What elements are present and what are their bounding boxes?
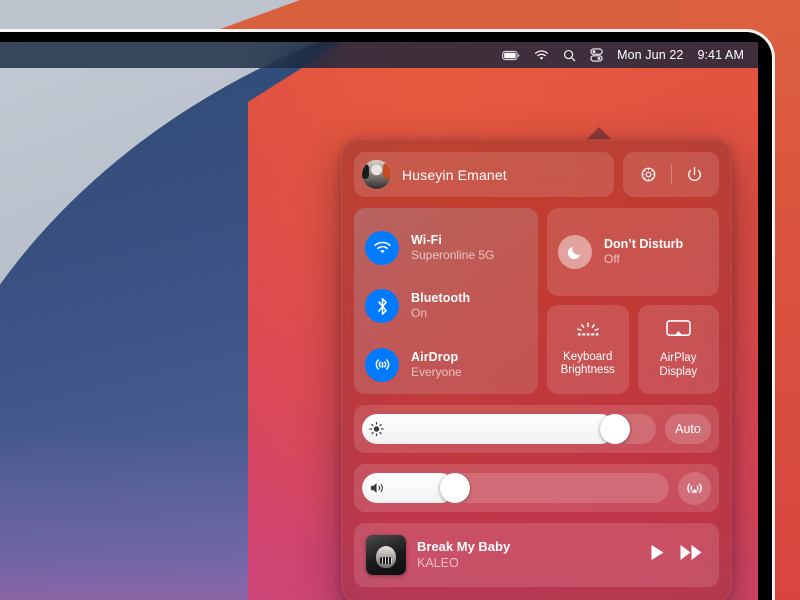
connectivity-text-wifi: Wi-Fi Superonline 5G xyxy=(411,233,494,263)
airplay-display-label: AirPlay Display xyxy=(659,352,697,379)
connectivity-title: Bluetooth xyxy=(411,291,471,306)
connectivity-title: Wi-Fi xyxy=(411,233,442,248)
keyboard-brightness-tile[interactable]: Keyboard Brightness xyxy=(547,305,629,394)
now-playing-artist: KALEO xyxy=(417,556,459,570)
brightness-icon xyxy=(369,421,384,437)
control-center-grid: Wi-Fi Superonline 5G Bluetooth On AirDro… xyxy=(354,208,719,394)
connectivity-row-wifi[interactable]: Wi-Fi Superonline 5G xyxy=(354,221,538,275)
power-card xyxy=(623,152,719,197)
control-center-icon[interactable] xyxy=(590,48,603,62)
keyboard-brightness-label: Keyboard Brightness xyxy=(561,351,615,378)
moon-icon[interactable] xyxy=(558,235,592,269)
do-not-disturb-text: Don’t Disturb Off xyxy=(604,237,683,267)
connectivity-status: Superonline 5G xyxy=(411,248,495,263)
tile-label-line1: Keyboard xyxy=(563,350,613,363)
sound-slider-knob[interactable] xyxy=(439,473,470,503)
tile-label-line2: Display xyxy=(659,365,698,378)
wifi-icon[interactable] xyxy=(534,49,549,61)
right-column: Don’t Disturb Off Keyboard Brightness Ai… xyxy=(547,208,719,394)
airplay-display-icon xyxy=(666,320,691,345)
connectivity-row-airdrop[interactable]: AirDrop Everyone xyxy=(354,338,538,392)
display-slider-knob[interactable] xyxy=(599,414,630,444)
user-avatar xyxy=(362,160,391,189)
tile-label-line2: Brightness xyxy=(560,364,615,376)
now-playing-title: Break My Baby xyxy=(417,539,511,554)
wifi-icon[interactable] xyxy=(365,231,399,266)
bluetooth-icon[interactable] xyxy=(365,289,399,324)
display-slider[interactable] xyxy=(362,414,656,444)
battery-icon[interactable] xyxy=(502,50,520,61)
now-playing-controls xyxy=(650,544,707,566)
laptop-frame: Mon Jun 22 9:41 AM Huseyin Emanet Wi-Fi … xyxy=(0,32,772,600)
do-not-disturb-module[interactable]: Don’t Disturb Off xyxy=(547,208,719,296)
airdrop-icon[interactable] xyxy=(365,347,399,382)
user-row: Huseyin Emanet xyxy=(354,152,719,197)
power-icon[interactable] xyxy=(672,165,717,184)
tiles-row: Keyboard Brightness AirPlay Display xyxy=(547,305,719,394)
do-not-disturb-status: Off xyxy=(604,252,620,266)
connectivity-row-bluetooth[interactable]: Bluetooth On xyxy=(354,279,538,333)
airplay-audio-icon[interactable] xyxy=(678,471,711,505)
search-icon[interactable] xyxy=(563,49,576,62)
play-icon[interactable] xyxy=(650,544,665,566)
tile-label-line1: AirPlay xyxy=(660,352,697,364)
fast-forward-icon[interactable] xyxy=(680,544,703,566)
connectivity-status: On xyxy=(411,306,428,321)
album-artwork xyxy=(366,535,406,575)
connectivity-module: Wi-Fi Superonline 5G Bluetooth On AirDro… xyxy=(354,208,538,394)
menubar-date: Mon Jun 22 xyxy=(617,48,684,62)
airplay-display-tile[interactable]: AirPlay Display xyxy=(637,305,719,394)
keyboard-brightness-icon xyxy=(575,321,601,344)
connectivity-title: AirDrop xyxy=(411,349,459,364)
connectivity-text-bluetooth: Bluetooth On xyxy=(411,291,470,321)
menubar-time: 9:41 AM xyxy=(697,48,744,62)
connectivity-status: Everyone xyxy=(411,364,462,379)
speaker-icon xyxy=(369,481,386,495)
do-not-disturb-title: Don’t Disturb xyxy=(604,237,684,251)
connectivity-text-airdrop: AirDrop Everyone xyxy=(411,350,462,380)
now-playing-text: Break My Baby KALEO xyxy=(417,539,639,571)
sound-slider[interactable] xyxy=(362,473,669,503)
control-center-panel: Huseyin Emanet Wi-Fi Superonline 5G Blue… xyxy=(341,139,732,600)
gear-icon[interactable] xyxy=(626,165,671,184)
user-card[interactable]: Huseyin Emanet xyxy=(354,152,614,197)
menu-bar: Mon Jun 22 9:41 AM xyxy=(0,42,758,68)
now-playing-module: Break My Baby KALEO xyxy=(354,523,719,587)
laptop-screen: Mon Jun 22 9:41 AM Huseyin Emanet Wi-Fi … xyxy=(0,42,758,600)
user-name: Huseyin Emanet xyxy=(402,166,507,183)
display-slider-fill xyxy=(362,414,615,444)
display-slider-module: Auto xyxy=(354,405,719,453)
display-auto-button[interactable]: Auto xyxy=(665,414,711,444)
sound-slider-module xyxy=(354,464,719,512)
